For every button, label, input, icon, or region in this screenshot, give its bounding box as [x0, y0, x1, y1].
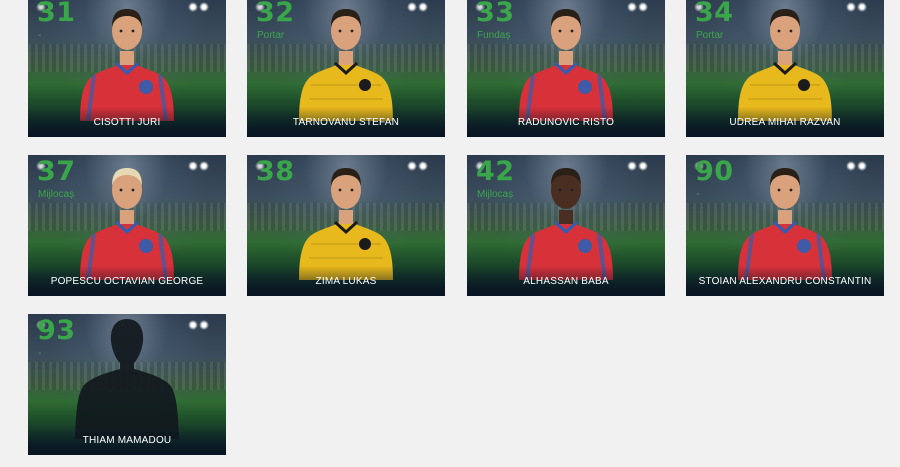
player-number: 90 — [695, 156, 734, 187]
player-card[interactable]: 42 Mijlocaș ALHASSAN BABA — [467, 155, 665, 296]
player-card[interactable]: 32 Portar TARNOVANU STEFAN — [247, 0, 445, 137]
player-name: ALHASSAN BABA — [523, 276, 609, 287]
stadium-lights-decoration — [627, 161, 657, 171]
player-number: 31 — [37, 0, 76, 28]
player-card[interactable]: 34 Portar UDREA MIHAI RAZVAN — [686, 0, 884, 137]
player-position: Fundaș — [477, 30, 511, 41]
player-photo — [291, 0, 401, 121]
player-photo — [730, 155, 840, 280]
player-name: CISOTTI JURI — [93, 117, 161, 128]
player-photo — [511, 155, 621, 280]
player-card[interactable]: 31 - CISOTTI JURI — [28, 0, 226, 137]
player-photo — [730, 0, 840, 121]
player-number: 37 — [37, 156, 76, 187]
player-card[interactable]: 37 Mijlocaș POPESCU OCTAVIAN GEORGE — [28, 155, 226, 296]
player-position: Portar — [257, 30, 285, 41]
stadium-lights-decoration — [846, 2, 876, 12]
player-position: - — [696, 189, 700, 200]
player-photo — [291, 155, 401, 280]
player-card[interactable]: 33 Fundaș RADUNOVIC RISTO — [467, 0, 665, 137]
player-photo — [72, 0, 182, 121]
player-name: UDREA MIHAI RAZVAN — [729, 117, 841, 128]
player-card[interactable]: 90 - STOIAN ALEXANDRU CONSTANTIN — [686, 155, 884, 296]
stadium-lights-decoration — [627, 2, 657, 12]
player-card[interactable]: 38 ZIMA LUKAS — [247, 155, 445, 296]
stadium-lights-decoration — [188, 161, 218, 171]
player-position: - — [38, 348, 42, 359]
player-number: 32 — [256, 0, 295, 28]
stadium-lights-decoration — [188, 2, 218, 12]
player-number: 34 — [695, 0, 734, 28]
player-photo — [511, 0, 621, 121]
stadium-lights-decoration — [407, 161, 437, 171]
player-position: Portar — [696, 30, 724, 41]
player-number: 38 — [256, 156, 295, 187]
player-position: - — [38, 30, 42, 41]
player-name: RADUNOVIC RISTO — [517, 117, 615, 128]
player-position: Mijlocaș — [477, 189, 514, 200]
player-grid: 31- CISOTTI JURI 32 Portar TARNOVANU STEFAN 3… — [0, 0, 900, 467]
player-name: THIAM MAMADOU — [82, 435, 172, 446]
player-number: 93 — [37, 315, 76, 346]
stadium-lights-decoration — [846, 161, 876, 171]
stadium-lights-decoration — [188, 320, 218, 330]
player-name: POPESCU OCTAVIAN GEORGE — [50, 276, 204, 287]
player-number: 33 — [476, 0, 515, 28]
silhouette-placeholder-icon — [72, 314, 182, 439]
player-name: TARNOVANU STEFAN — [292, 117, 400, 128]
stadium-lights-decoration — [407, 2, 437, 12]
player-name: STOIAN ALEXANDRU CONSTANTIN — [698, 276, 872, 287]
player-card[interactable]: 93 - THIAM MAMADOU — [28, 314, 226, 455]
player-photo — [72, 155, 182, 280]
player-number: 42 — [476, 156, 515, 187]
player-position: Mijlocaș — [38, 189, 75, 200]
player-name: ZIMA LUKAS — [315, 276, 377, 287]
